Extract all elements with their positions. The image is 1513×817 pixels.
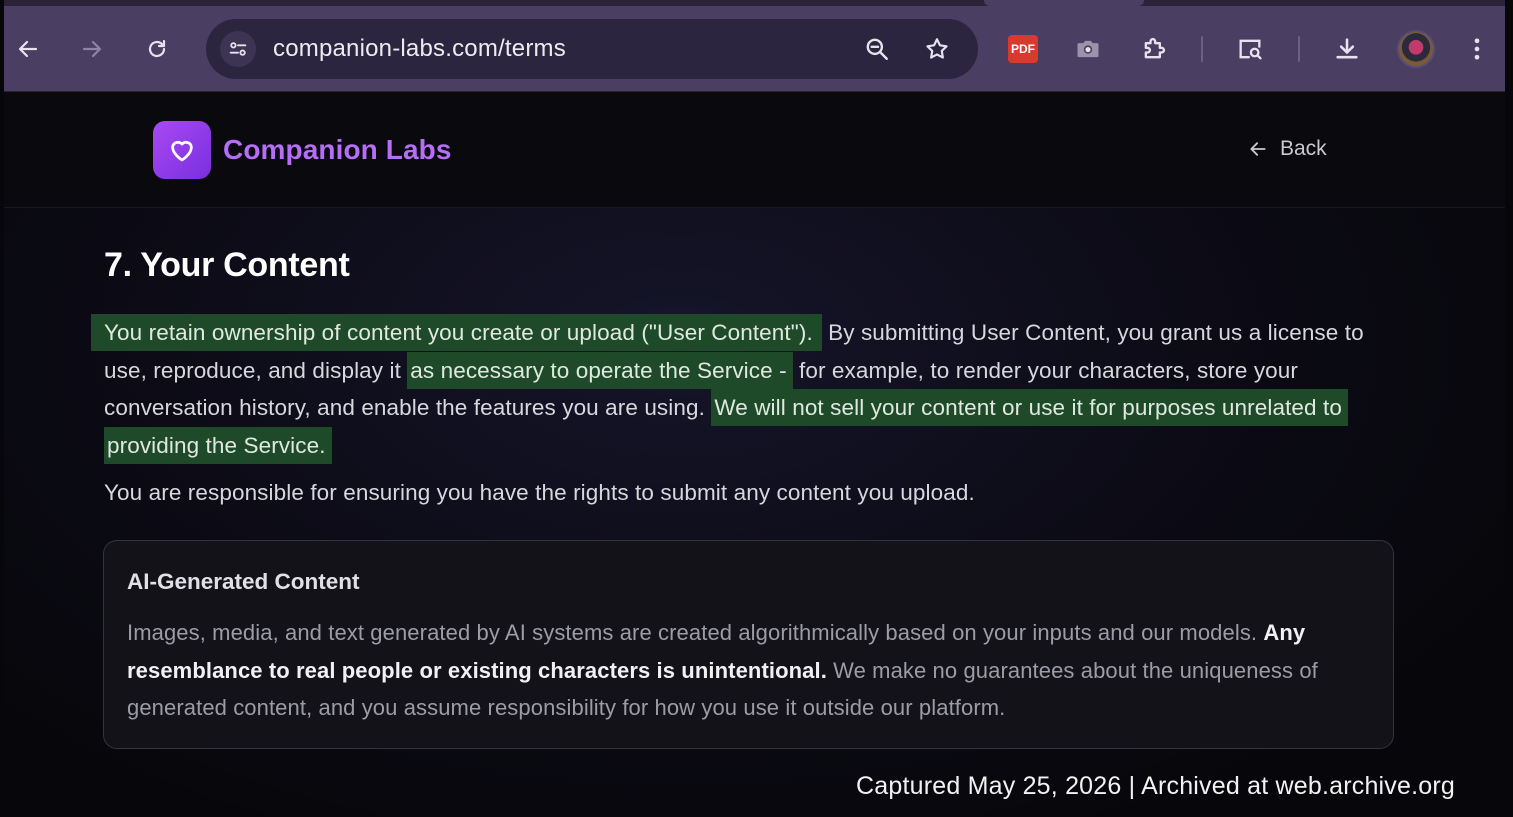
toolbar-divider <box>1298 36 1300 62</box>
zoom-icon[interactable] <box>862 34 892 64</box>
forward-arrow-icon[interactable] <box>73 30 111 68</box>
profile-avatar[interactable] <box>1397 30 1435 68</box>
site-info-icon[interactable] <box>220 31 256 67</box>
ownership-paragraph: You retain ownership of content you crea… <box>91 314 1404 464</box>
page-content: Companion Labs Back 7. Your Content You … <box>4 92 1505 817</box>
pdf-extension-icon[interactable]: PDF <box>1005 31 1041 67</box>
ai-content-callout: AI-Generated Content Images, media, and … <box>103 540 1394 749</box>
section-title: 7. Your Content <box>104 246 350 284</box>
back-link[interactable]: Back <box>1248 137 1327 161</box>
callout-body: Images, media, and text generated by AI … <box>127 614 1377 727</box>
left-arrow-icon <box>1250 142 1266 156</box>
back-label[interactable]: Back <box>1280 137 1327 161</box>
callout-title: AI-Generated Content <box>127 569 360 594</box>
browser-toolbar: companion-labs.com/terms PDF <box>4 0 1505 92</box>
archive-caption: Captured May 25, 2026 | Archived at web.… <box>856 772 1455 800</box>
responsibility-paragraph: You are responsible for ensuring you hav… <box>104 480 975 505</box>
heart-logo-icon[interactable] <box>153 121 211 179</box>
toolbar-divider <box>1201 36 1203 62</box>
download-icon[interactable] <box>1329 31 1365 67</box>
url-text[interactable]: companion-labs.com/terms <box>273 35 566 63</box>
camera-icon[interactable] <box>1070 31 1106 67</box>
brand-name[interactable]: Companion Labs <box>223 134 452 166</box>
highlight-necessary: as necessary to operate the Service - <box>407 351 793 389</box>
site-header: Companion Labs Back <box>4 92 1505 208</box>
more-menu-icon[interactable] <box>1459 31 1495 67</box>
bookmark-star-icon[interactable] <box>922 34 952 64</box>
extensions-puzzle-icon[interactable] <box>1136 31 1172 67</box>
reload-icon[interactable] <box>138 30 176 68</box>
tab-strip <box>4 0 1505 6</box>
search-tab-icon[interactable] <box>1232 31 1268 67</box>
address-bar[interactable]: companion-labs.com/terms <box>206 19 978 79</box>
highlight-ownership: You retain ownership of content you crea… <box>91 314 822 351</box>
back-arrow-icon[interactable] <box>9 30 47 68</box>
callout-text: Images, media, and text generated by AI … <box>127 620 1264 645</box>
